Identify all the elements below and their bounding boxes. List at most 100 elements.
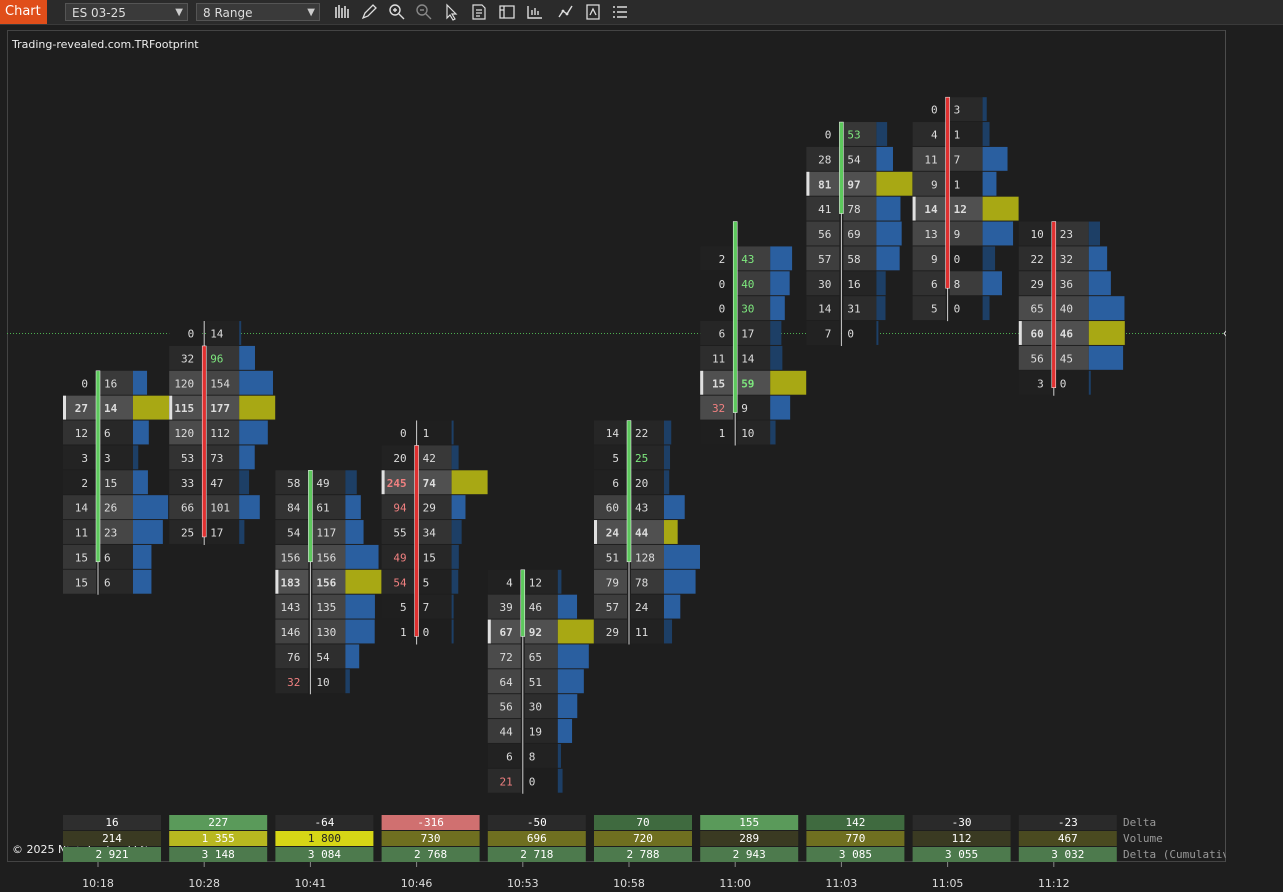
ask-value: 12 (954, 203, 967, 216)
volume-profile-bar (557, 594, 578, 619)
bid-value: 39 (500, 601, 513, 614)
bid-cell (912, 122, 946, 146)
ask-value: 42 (423, 452, 436, 465)
ask-value: 1 (423, 427, 430, 440)
ask-value: 23 (104, 527, 117, 540)
ask-value: 112 (210, 427, 230, 440)
ask-value: 0 (1060, 377, 1067, 390)
footprint-bar: 14 22 5 25 6 20 60 43 24 44 51 128 79 78 57 24 29 11 (594, 420, 700, 645)
volume-profile-bar (770, 246, 793, 271)
bid-value: 33 (181, 477, 194, 490)
bid-value: 120 (174, 377, 194, 390)
volume-profile-bar (451, 619, 454, 644)
volume-profile-bar (451, 520, 462, 544)
volume-profile-bar (133, 370, 148, 395)
ask-value: 78 (847, 203, 860, 216)
volume-profile-bar (239, 345, 255, 370)
bid-cell (912, 271, 946, 296)
ask-value: 130 (316, 626, 336, 639)
volume-profile-bar (982, 221, 1014, 246)
volume-profile-bar (133, 520, 163, 544)
cumulative-delta-value: 2 921 (95, 848, 128, 861)
bid-cell (700, 246, 734, 271)
ask-value: 3 (954, 104, 961, 117)
poc-marker (1018, 321, 1022, 345)
bid-value: 58 (287, 477, 300, 490)
poc-marker (275, 569, 279, 594)
volume-profile-bar (451, 569, 459, 594)
bid-value: 14 (924, 203, 938, 216)
ask-value: 14 (741, 352, 755, 365)
bid-value: 57 (606, 601, 619, 614)
price-axis[interactable] (1226, 30, 1283, 862)
delta-value: -316 (417, 816, 444, 829)
volume-profile-bar (664, 544, 700, 569)
ask-value: 6 (104, 576, 111, 589)
bid-value: 64 (500, 676, 514, 689)
bid-value: 32 (287, 676, 300, 689)
bid-cell (381, 594, 415, 619)
volume-profile-bar (1088, 221, 1101, 246)
bid-value: 21 (500, 775, 513, 788)
volume-profile-bar (876, 146, 893, 171)
bid-value: 10 (1031, 228, 1044, 241)
ask-value: 44 (635, 527, 649, 540)
volume-profile-bar (557, 619, 594, 644)
summary-row-label: Delta (Cumulative (1123, 848, 1236, 861)
bid-value: 0 (400, 427, 407, 440)
footprint-bar: 0 16 27 14 12 6 3 3 2 15 14 26 11 23 15 6 15 6 (63, 370, 169, 595)
ask-value: 0 (954, 303, 961, 316)
volume-profile-bar (982, 146, 1008, 171)
volume-value: 112 (952, 832, 972, 845)
volume-profile-bar (557, 644, 589, 669)
time-axis[interactable] (7, 862, 1226, 892)
ask-value: 58 (847, 253, 860, 266)
ask-value: 36 (1060, 278, 1073, 291)
bid-value: 0 (719, 303, 726, 316)
ask-value: 10 (316, 676, 329, 689)
bid-value: 4 (506, 576, 513, 589)
volume-value: 1 355 (202, 832, 235, 845)
ask-value: 43 (635, 502, 648, 515)
bid-value: 66 (181, 502, 194, 515)
poc-marker (63, 395, 66, 420)
bid-value: 56 (818, 228, 831, 241)
bid-cell (381, 619, 415, 644)
bid-value: 32 (712, 402, 725, 415)
poc-marker (912, 196, 916, 221)
cumulative-delta-value: 3 148 (202, 848, 235, 861)
volume-profile-bar (664, 569, 696, 594)
cumulative-delta-value: 2 768 (414, 848, 447, 861)
ask-value: 54 (316, 651, 330, 664)
ask-value: 19 (529, 726, 542, 739)
bid-value: 20 (393, 452, 406, 465)
footprint-bar: 10 23 22 32 29 36 65 40 60 46 56 45 3 0 (1018, 221, 1125, 396)
bid-value: 11 (712, 352, 725, 365)
bid-value: 14 (606, 427, 620, 440)
footprint-bar: 58 49 84 61 54 117 156 156 183 156 143 135 146 130 76 5… (275, 470, 382, 695)
volume-profile-bar (1088, 271, 1111, 296)
bid-value: 14 (75, 502, 89, 515)
bid-value: 67 (500, 626, 513, 639)
candle-body (201, 345, 207, 538)
ask-value: 10 (741, 427, 754, 440)
cumulative-delta-value: 3 032 (1051, 848, 1084, 861)
ask-value: 117 (316, 527, 336, 540)
volume-profile-bar (451, 544, 459, 569)
bid-value: 72 (500, 651, 513, 664)
ask-value: 25 (635, 452, 648, 465)
bid-value: 5 (931, 303, 938, 316)
volume-profile-bar (664, 495, 685, 520)
delta-value: 70 (636, 816, 649, 829)
bid-value: 245 (387, 477, 407, 490)
volume-profile-bar (345, 470, 357, 495)
bid-value: 51 (606, 551, 619, 564)
bid-value: 2 (81, 477, 88, 490)
bid-value: 9 (931, 253, 938, 266)
poc-marker (487, 619, 491, 644)
ask-value: 156 (316, 576, 336, 589)
bid-value: 29 (1031, 278, 1044, 291)
ask-value: 45 (1060, 352, 1073, 365)
bid-cell (594, 470, 627, 495)
volume-profile-bar (876, 321, 879, 345)
